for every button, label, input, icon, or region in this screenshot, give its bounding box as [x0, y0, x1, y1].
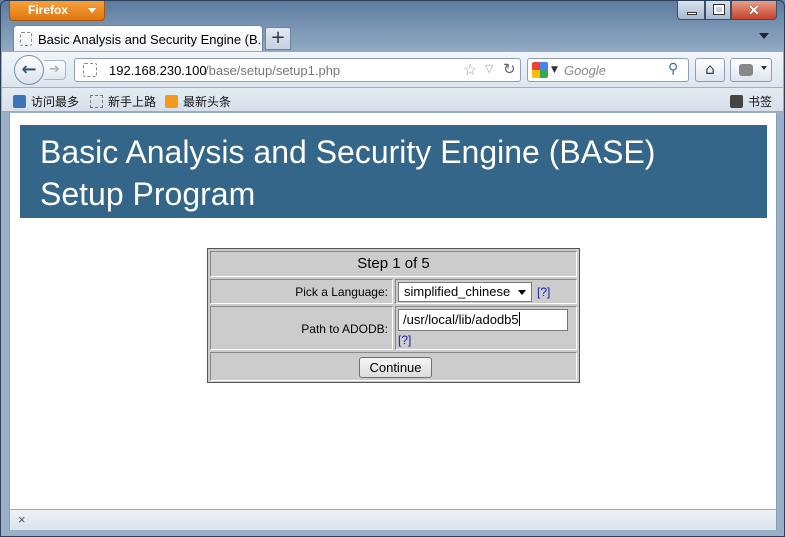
- step-indicator: Step 1 of 5: [210, 251, 577, 277]
- engine-dropdown-icon[interactable]: ▼: [551, 65, 558, 75]
- navigation-toolbar: ← ➔ 192.168.230.100 /base/setup/setup1.p…: [2, 51, 783, 87]
- bookmarks-icon: [730, 95, 743, 108]
- adodb-path-input[interactable]: /usr/local/lib/adodb5: [398, 309, 568, 331]
- reload-icon[interactable]: ↻: [503, 60, 516, 78]
- bookmark-label: 访问最多: [31, 95, 80, 109]
- adodb-cell: /usr/local/lib/adodb5 [?]: [395, 306, 577, 350]
- banner-title-line2: Setup Program: [40, 176, 256, 212]
- close-addon-bar-icon[interactable]: ×: [18, 512, 26, 527]
- tab-active[interactable]: Basic Analysis and Security Engine (B...: [13, 25, 263, 51]
- language-help-link[interactable]: [?]: [537, 285, 550, 299]
- adodb-label: Path to ADODB:: [210, 306, 393, 350]
- new-tab-button[interactable]: +: [265, 27, 291, 50]
- bookmark-star-icon[interactable]: ☆: [463, 60, 477, 80]
- page-icon: [90, 95, 103, 108]
- search-icon[interactable]: ⚲: [668, 61, 678, 77]
- text-cursor: [518, 312, 520, 326]
- most-visited-icon: [13, 95, 26, 108]
- firefox-menu-button[interactable]: Firefox: [9, 1, 105, 21]
- home-button[interactable]: ⌂: [695, 58, 725, 82]
- addon-icon: [739, 64, 753, 76]
- language-label: Pick a Language:: [210, 279, 393, 304]
- google-engine-icon[interactable]: [532, 62, 548, 78]
- bookmark-label: 新手上路: [108, 95, 157, 109]
- url-host: 192.168.230.100: [109, 63, 207, 78]
- language-selected-value: simplified_chinese: [404, 284, 511, 299]
- dropdown-caret-icon: [518, 290, 526, 295]
- maximize-button[interactable]: [705, 1, 731, 20]
- close-icon: ✕: [748, 2, 760, 18]
- bookmarks-menu-button[interactable]: 书签: [730, 93, 772, 110]
- rss-icon: [165, 95, 178, 108]
- url-bar[interactable]: 192.168.230.100 /base/setup/setup1.php ☆…: [74, 58, 521, 82]
- bookmark-label: 最新头条: [183, 95, 232, 109]
- close-window-button[interactable]: ✕: [731, 1, 777, 20]
- bookmarks-toolbar: 访问最多 新手上路 最新头条 书签: [2, 88, 783, 112]
- history-dropdown-icon[interactable]: ▽: [485, 62, 493, 75]
- adodb-help-link[interactable]: [?]: [398, 333, 411, 347]
- setup-form: Step 1 of 5 Pick a Language: simplified_…: [207, 248, 580, 383]
- home-icon: ⌂: [705, 60, 715, 78]
- minimize-button[interactable]: [677, 1, 705, 20]
- back-button[interactable]: ←: [14, 55, 44, 85]
- search-bar[interactable]: ▼ Google ⚲: [527, 58, 689, 82]
- minimize-icon: [687, 12, 697, 15]
- bookmark-getting-started[interactable]: 新手上路: [90, 93, 156, 110]
- banner-title-line1: Basic Analysis and Security Engine (BASE…: [40, 134, 656, 170]
- plus-icon: +: [270, 27, 286, 48]
- page-banner: Basic Analysis and Security Engine (BASE…: [20, 125, 767, 218]
- language-cell: simplified_chinese [?]: [395, 279, 577, 304]
- continue-button[interactable]: Continue: [359, 357, 432, 378]
- page-content: Basic Analysis and Security Engine (BASE…: [9, 113, 777, 509]
- status-bar: ×: [9, 509, 777, 530]
- arrow-left-icon: ←: [21, 59, 37, 80]
- bookmark-latest-headlines[interactable]: 最新头条: [165, 93, 231, 110]
- addon-button[interactable]: [730, 58, 772, 82]
- bookmarks-menu-label: 书签: [748, 95, 773, 109]
- list-all-tabs-icon[interactable]: [759, 33, 769, 39]
- bookmark-most-visited[interactable]: 访问最多: [13, 93, 79, 110]
- chevron-down-icon: [88, 8, 96, 13]
- tab-title: Basic Analysis and Security Engine (B...: [38, 32, 263, 47]
- arrow-right-icon: ➔: [49, 62, 60, 77]
- forward-button[interactable]: ➔: [44, 60, 66, 80]
- form-footer: Continue: [210, 352, 577, 381]
- search-placeholder: Google: [564, 63, 606, 78]
- language-select[interactable]: simplified_chinese: [398, 282, 532, 302]
- page-icon: [20, 32, 32, 46]
- firefox-menu-label: Firefox: [28, 3, 69, 17]
- site-identity-icon[interactable]: [83, 63, 97, 77]
- adodb-path-value: /usr/local/lib/adodb5: [403, 312, 519, 327]
- browser-window: Firefox ✕ Basic Analysis and Security En…: [0, 0, 785, 537]
- chevron-down-icon: [761, 66, 767, 70]
- maximize-icon: [713, 4, 725, 15]
- url-path: /base/setup/setup1.php: [205, 63, 341, 78]
